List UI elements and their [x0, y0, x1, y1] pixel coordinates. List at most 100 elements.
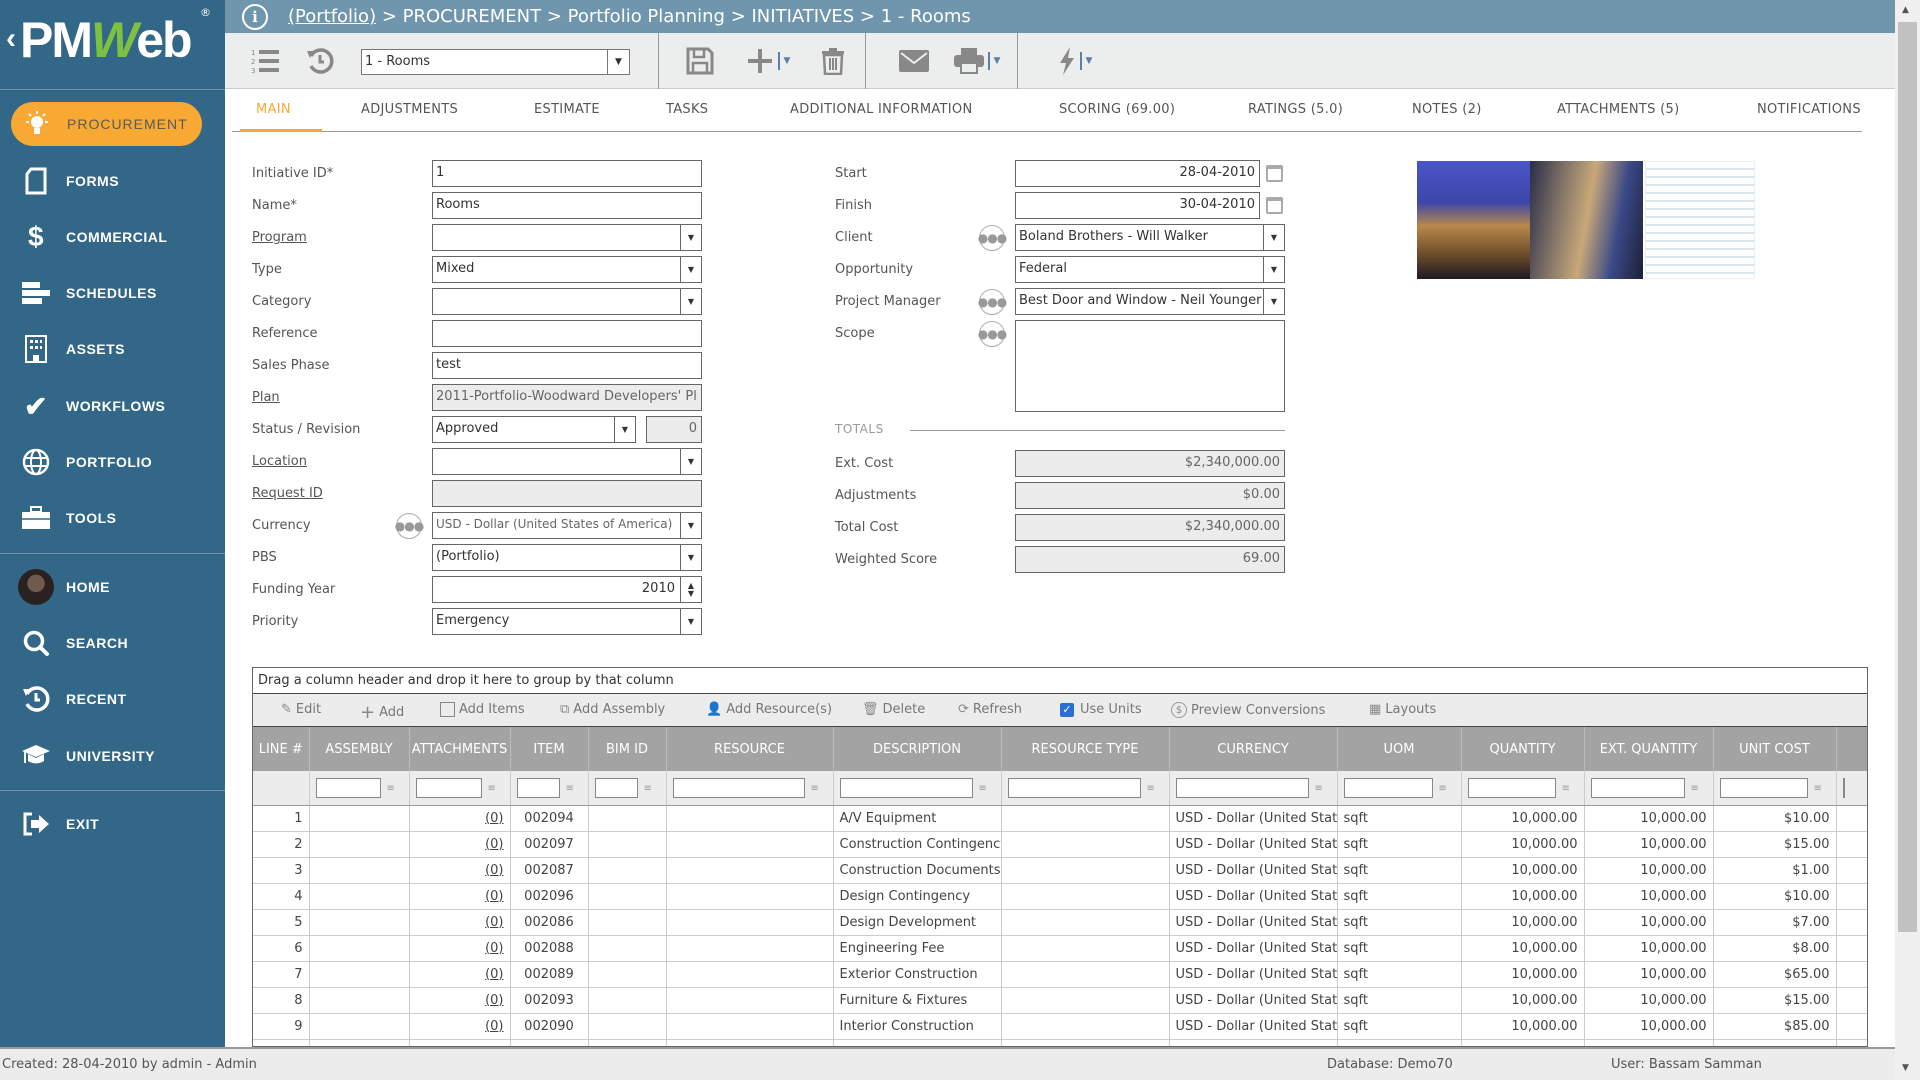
more-options-icon[interactable]: ●●●: [395, 513, 424, 539]
column-header[interactable]: UNIT COST: [1713, 727, 1837, 771]
table-row[interactable]: 7 (0) 002089 Exterior Construction USD - Dol…: [253, 961, 1867, 988]
column-header[interactable]: UOM: [1337, 727, 1462, 771]
sidebar-item-university[interactable]: UNIVERSITY: [0, 730, 225, 782]
group-by-area[interactable]: Drag a column header and drop it here to…: [253, 668, 1867, 694]
tab-ratings[interactable]: RATINGS (5.0): [1248, 102, 1343, 117]
column-header[interactable]: RESOURCE TYPE: [1001, 727, 1170, 771]
filter-icon[interactable]: ≡: [1315, 783, 1323, 794]
column-filter-input[interactable]: [1175, 778, 1309, 798]
sidebar-item-recent[interactable]: RECENT: [0, 673, 225, 725]
more-options-icon[interactable]: ●●●: [978, 321, 1007, 347]
chevron-down-icon[interactable]: ▼: [1263, 289, 1284, 314]
column-header[interactable]: ASSEMBLY: [309, 727, 410, 771]
column-filter-input[interactable]: [1590, 778, 1685, 798]
sidebar-item-workflows[interactable]: ✔ WORKFLOWS: [0, 380, 225, 432]
project-manager-select[interactable]: Best Door and Window - Neil Younger ▼: [1015, 288, 1285, 315]
use-units-checkbox[interactable]: ✓ Use Units: [1060, 702, 1142, 717]
chevron-down-icon[interactable]: ▼: [680, 609, 701, 634]
client-select[interactable]: Boland Brothers - Will Walker ▼: [1015, 224, 1285, 251]
name-field[interactable]: Rooms: [432, 192, 702, 219]
tab-notifications[interactable]: NOTIFICATIONS: [1757, 102, 1861, 117]
print-button[interactable]: ▼: [947, 33, 1007, 89]
chevron-down-icon[interactable]: ▼: [680, 545, 701, 570]
chevron-down-icon[interactable]: ▼: [1263, 257, 1284, 282]
filter-icon[interactable]: ≡: [811, 783, 819, 794]
scrollbar-thumb[interactable]: [1898, 22, 1917, 932]
back-chevron-icon[interactable]: ‹: [6, 22, 16, 56]
sidebar-item-portfolio[interactable]: PORTFOLIO: [0, 436, 225, 488]
vertical-scrollbar[interactable]: ▲ ▼: [1895, 0, 1920, 1080]
filter-icon[interactable]: ≡: [566, 783, 574, 794]
column-filter-input[interactable]: [594, 778, 638, 798]
breadcrumb-portfolio-link[interactable]: (Portfolio): [288, 6, 376, 27]
record-select[interactable]: 1 - Rooms ▼: [361, 49, 630, 75]
sidebar-item-commercial[interactable]: $ COMMERCIAL: [0, 211, 225, 263]
list-view-button[interactable]: 123: [245, 33, 285, 89]
filter-icon[interactable]: ≡: [488, 783, 496, 794]
table-row[interactable]: 1 (0) 002094 A/V Equipment USD - Dollar (Uni…: [253, 805, 1867, 832]
sidebar-item-tools[interactable]: TOOLS: [0, 492, 225, 544]
actions-button[interactable]: ▼: [1045, 33, 1105, 89]
attachments-link[interactable]: (0): [409, 1013, 511, 1040]
filter-icon[interactable]: ≡: [1562, 783, 1570, 794]
program-link[interactable]: Program: [252, 230, 307, 245]
add-resources-button[interactable]: 👤 Add Resource(s): [706, 702, 832, 717]
funding-year-stepper[interactable]: 2010 ▲ ▼: [432, 576, 702, 603]
chevron-down-icon[interactable]: ▼: [680, 449, 701, 474]
column-filter-input[interactable]: [1343, 778, 1433, 798]
tab-notes[interactable]: NOTES (2): [1412, 102, 1482, 117]
sidebar-item-procurement[interactable]: PROCUREMENT: [11, 102, 202, 146]
attachments-link[interactable]: (0): [409, 857, 511, 884]
attachment-thumbnail-document[interactable]: [1645, 161, 1755, 279]
grid-refresh-button[interactable]: ⟳ Refresh: [958, 702, 1022, 717]
filter-icon[interactable]: ≡: [1691, 783, 1699, 794]
more-options-icon[interactable]: ●●●: [978, 225, 1007, 251]
column-filter-input[interactable]: [839, 778, 973, 798]
attachments-link[interactable]: (0): [409, 831, 511, 858]
column-filter-input[interactable]: [415, 778, 482, 798]
sidebar-item-search[interactable]: SEARCH: [0, 617, 225, 669]
chevron-down-icon[interactable]: ▼: [680, 257, 701, 282]
table-row[interactable]: 9 (0) 002090 Interior Construction USD - Dol…: [253, 1013, 1867, 1040]
chevron-down-icon[interactable]: ▼: [680, 513, 701, 538]
column-filter-input[interactable]: [672, 778, 805, 798]
request-id-link[interactable]: Request ID: [252, 486, 323, 501]
column-header[interactable]: ATTACHMENTS: [409, 727, 511, 771]
location-select[interactable]: ▼: [432, 448, 702, 475]
column-filter-input[interactable]: [1842, 778, 1845, 798]
sidebar-item-home[interactable]: HOME: [0, 561, 225, 613]
pbs-select[interactable]: (Portfolio) ▼: [432, 544, 702, 571]
chevron-down-icon[interactable]: ▼: [1079, 52, 1092, 70]
more-options-icon[interactable]: ●●●: [978, 289, 1007, 315]
filter-icon[interactable]: ≡: [979, 783, 987, 794]
grid-add-button[interactable]: + Add: [360, 702, 404, 723]
filter-icon[interactable]: ≡: [644, 783, 652, 794]
attachments-link[interactable]: (0): [409, 987, 511, 1014]
attachments-link[interactable]: (0): [409, 935, 511, 962]
column-header[interactable]: BIM ID: [588, 727, 667, 771]
sidebar-item-forms[interactable]: FORMS: [0, 155, 225, 207]
stepper-arrows-icon[interactable]: ▲ ▼: [680, 577, 701, 602]
start-date-field[interactable]: 28-04-2010: [1015, 160, 1260, 187]
chevron-down-icon[interactable]: ▼: [987, 52, 1000, 70]
column-filter-input[interactable]: [1007, 778, 1141, 798]
attachments-link[interactable]: (0): [409, 883, 511, 910]
column-filter-input[interactable]: [315, 778, 381, 798]
initiative-id-field[interactable]: 1: [432, 160, 702, 187]
attachment-thumbnail-building-1[interactable]: [1417, 161, 1530, 279]
filter-icon[interactable]: ≡: [1147, 783, 1155, 794]
location-link[interactable]: Location: [252, 454, 307, 469]
tab-main[interactable]: MAIN: [256, 102, 291, 117]
pmweb-logo[interactable]: ‹ PMWeb ®: [0, 0, 225, 90]
column-header[interactable]: DESCRIPTION: [833, 727, 1002, 771]
category-select[interactable]: ▼: [432, 288, 702, 315]
save-button[interactable]: [678, 33, 722, 89]
scroll-down-icon[interactable]: ▼: [1902, 1063, 1909, 1073]
chevron-down-icon[interactable]: ▼: [680, 289, 701, 314]
status-select[interactable]: Approved ▼: [432, 416, 636, 443]
delete-button[interactable]: [813, 33, 853, 89]
column-header[interactable]: EXT. QUANTITY: [1584, 727, 1714, 771]
table-row[interactable]: 3 (0) 002087 Construction Documents USD - Do…: [253, 857, 1867, 884]
sidebar-item-assets[interactable]: ASSETS: [0, 323, 225, 375]
calendar-icon[interactable]: [1266, 165, 1283, 182]
